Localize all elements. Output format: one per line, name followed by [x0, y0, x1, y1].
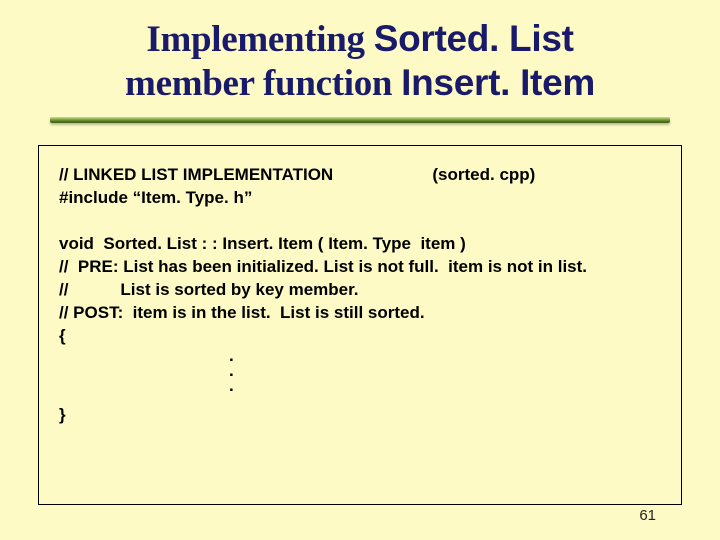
- page-number: 61: [639, 507, 656, 524]
- divider-icon: [50, 117, 670, 127]
- title-part-2: Sorted. List: [374, 18, 574, 59]
- code-line-4: // PRE: List has been initialized. List …: [59, 256, 665, 279]
- code-line-6: // POST: item is in the list. List is st…: [59, 302, 665, 325]
- code-line-5: // List is sorted by key member.: [59, 279, 665, 302]
- code-line-3: void Sorted. List : : Insert. Item ( Ite…: [59, 233, 665, 256]
- code-dots-3: .: [59, 378, 665, 393]
- code-dots-2: .: [59, 363, 665, 378]
- slide-title: Implementing Sorted. List member functio…: [0, 0, 720, 111]
- code-dots-1: .: [59, 348, 665, 363]
- code-line-8: }: [59, 404, 665, 427]
- code-line-2: #include “Item. Type. h”: [59, 187, 665, 210]
- title-part-4: Insert. Item: [401, 62, 595, 103]
- code-line-1b: (sorted. cpp): [432, 165, 535, 184]
- code-line-1a: // LINKED LIST IMPLEMENTATION: [59, 165, 333, 184]
- title-part-3: member function: [125, 63, 401, 104]
- code-box: // LINKED LIST IMPLEMENTATION (sorted. c…: [38, 145, 682, 505]
- code-line-7: {: [59, 325, 665, 348]
- title-part-1: Implementing: [146, 19, 373, 60]
